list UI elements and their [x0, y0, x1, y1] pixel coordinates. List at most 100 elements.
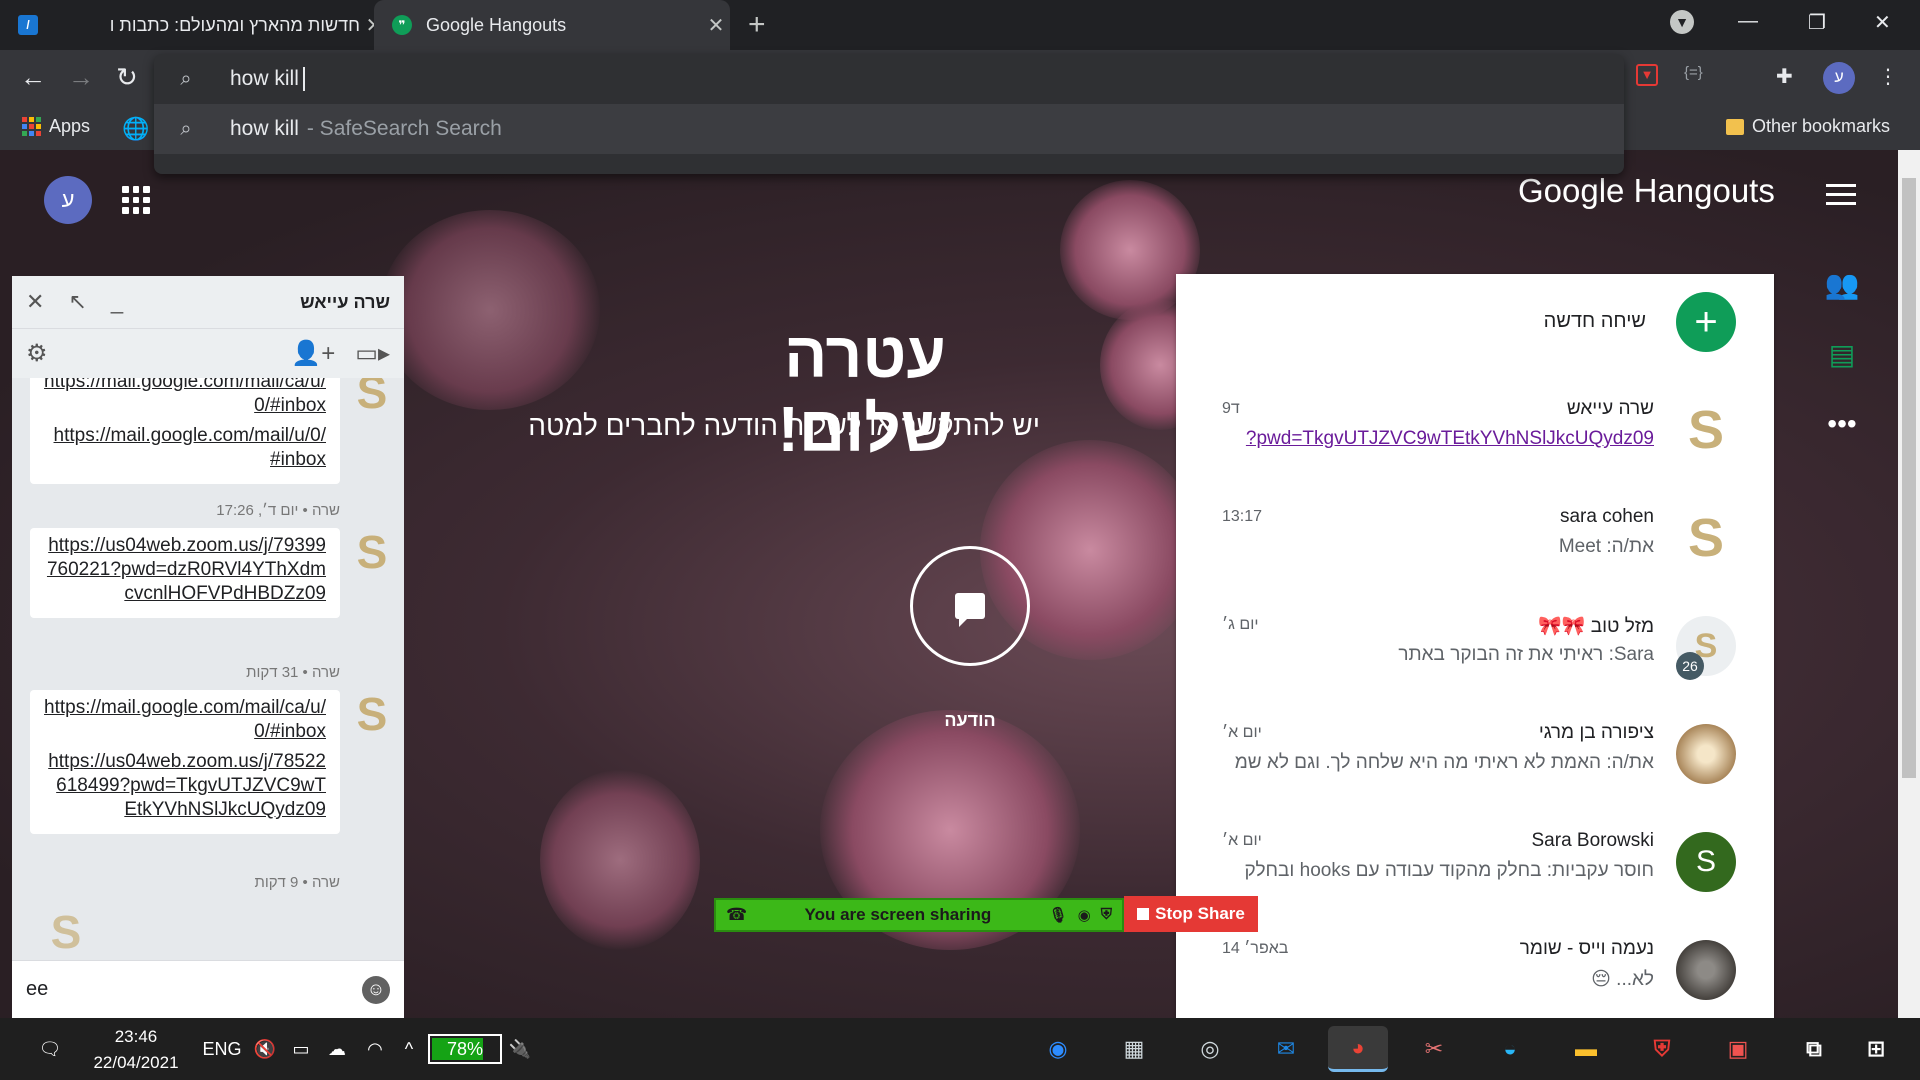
message-link[interactable]: https://us04web.zoom.us/j/79399760221?pw…: [44, 534, 326, 606]
window-close-icon[interactable]: ✕: [1874, 10, 1891, 35]
contacts-icon[interactable]: 👥: [1820, 268, 1864, 338]
message-meta: שרה • 9 דקות: [254, 874, 340, 891]
chat-contact-name[interactable]: שרה עייאש: [300, 292, 390, 313]
page-scrollbar[interactable]: [1898, 150, 1920, 1018]
conversation-name: שרה עייאש: [1566, 398, 1654, 419]
onedrive-error-icon[interactable]: ☁: [322, 1018, 352, 1080]
conversation-avatar: S: [1687, 400, 1725, 460]
windows-start-icon[interactable]: ⊞: [1846, 1026, 1906, 1072]
tab-search-icon[interactable]: ▼: [1670, 10, 1694, 34]
minimize-icon[interactable]: —: [1738, 10, 1758, 33]
back-icon[interactable]: ←: [20, 62, 46, 93]
file-explorer-icon[interactable]: ▬: [1556, 1026, 1616, 1072]
suggestion-query: how kill: [230, 117, 299, 140]
restore-icon[interactable]: ❐: [1808, 10, 1826, 35]
forward-icon[interactable]: →: [68, 62, 94, 93]
add-person-icon[interactable]: 👤+: [291, 339, 335, 368]
news-site-icon: /: [18, 15, 38, 35]
add-icon[interactable]: +: [1676, 292, 1736, 352]
conversation-item[interactable]: ציפורה בן מרגי את/ה: האמת לא ראיתי מה הי…: [1176, 710, 1774, 818]
language-indicator[interactable]: ENG: [200, 1018, 244, 1080]
conversation-snippet: את/ה: Meet: [1558, 536, 1654, 557]
extensions-puzzle-icon[interactable]: ✚: [1776, 64, 1793, 89]
profile-avatar[interactable]: ע: [1823, 62, 1855, 94]
message-link[interactable]: https://us04web.zoom.us/j/78522618499?pw…: [44, 750, 326, 822]
conversation-item[interactable]: S שרה עייאש ?pwd=TkgvUTJZVC9wTEtkYVhNSlJ…: [1176, 386, 1774, 494]
omnibox-suggestion[interactable]: ⌕ how kill - SafeSearch Search: [154, 104, 1624, 154]
paint-app-icon[interactable]: ▦: [1104, 1026, 1164, 1072]
chat-input-text[interactable]: ee: [26, 978, 48, 1001]
security-shield-icon[interactable]: ⛨: [1101, 906, 1112, 924]
volume-mute-icon[interactable]: 🔇: [250, 1018, 280, 1080]
tab-hangouts[interactable]: ❞ Google Hangouts ✕: [374, 0, 730, 50]
browser-menu-icon[interactable]: ⋮: [1878, 64, 1898, 89]
settings-gear-icon[interactable]: ⚙: [26, 339, 48, 368]
battery-indicator[interactable]: 78%: [428, 1034, 502, 1064]
conversation-item[interactable]: S sara cohen את/ה: Meet 13:17: [1176, 494, 1774, 602]
conversation-item[interactable]: S Sara Borowski חוסר עקביות: בחלק מהקוד …: [1176, 818, 1774, 926]
show-hidden-icons-icon[interactable]: ^: [394, 1018, 424, 1080]
conversation-item[interactable]: נעמה וייס - שומר לא... 😔 14 באפר׳: [1176, 926, 1774, 1018]
scrollbar-thumb[interactable]: [1902, 178, 1916, 778]
network-adapter-icon[interactable]: ▭: [286, 1018, 316, 1080]
conversation-name: מזל טוב 🎀🎀: [1538, 616, 1654, 637]
bookmark-other[interactable]: Other bookmarks: [1726, 116, 1890, 137]
conversation-snippet: לא... 😔: [1591, 969, 1654, 990]
message-link[interactable]: https://mail.google.com/mail/u/0/#inbox: [44, 424, 326, 472]
tab-news[interactable]: / חדשות מהארץ ומהעולם: כתבות ו ✕: [18, 0, 388, 50]
obs-app-icon[interactable]: ◎: [1180, 1026, 1240, 1072]
video-call-icon[interactable]: ▭▸: [355, 339, 390, 368]
chat-input[interactable]: ee ☺: [12, 960, 404, 1018]
snipping-app-icon[interactable]: ✂: [1404, 1026, 1464, 1072]
record-icon[interactable]: ◉: [1078, 906, 1091, 924]
emoji-icon[interactable]: ☺: [362, 975, 390, 1004]
mcafee-app-icon[interactable]: ⛨: [1632, 1026, 1692, 1072]
user-avatar[interactable]: ע: [44, 176, 92, 224]
task-view-icon[interactable]: ⧉: [1784, 1026, 1844, 1072]
reload-icon[interactable]: ↻: [116, 62, 138, 93]
action-center-icon[interactable]: 🗨: [30, 1018, 70, 1080]
more-icon[interactable]: •••: [1820, 408, 1864, 478]
hamburger-menu-icon[interactable]: [1826, 184, 1856, 211]
message-link[interactable]: https://mail.google.com/mail/ca/u/0/#inb…: [44, 378, 326, 418]
mute-mic-icon[interactable]: 🎙: [1049, 906, 1068, 924]
wifi-icon[interactable]: ◠: [360, 1018, 390, 1080]
screen-share-bar: ☎ You are screen sharing 🎙 ◉ ⛨: [714, 898, 1124, 932]
conversation-snippet: Sara: ראיתי את זה הבוקר באתר: [1398, 644, 1654, 665]
globe-icon[interactable]: 🌐: [122, 116, 149, 142]
omnibox-input-row[interactable]: ⌕ how kill: [154, 54, 1624, 104]
search-icon: ⌕: [180, 117, 192, 140]
omnibox[interactable]: ⌕ how kill ⌕ how kill - SafeSearch Searc…: [154, 54, 1624, 174]
edge-app-icon[interactable]: ◒: [1480, 1026, 1540, 1072]
extension-shield-icon[interactable]: ▼: [1636, 64, 1658, 86]
close-icon[interactable]: ✕: [702, 13, 730, 38]
conversation-name: Sara Borowski: [1531, 830, 1655, 851]
store-app-icon[interactable]: ▣: [1708, 1026, 1768, 1072]
close-icon[interactable]: ✕: [26, 289, 44, 315]
bookmark-apps[interactable]: Apps: [22, 116, 90, 137]
minimize-icon[interactable]: _: [111, 289, 123, 315]
phone-icon[interactable]: ☎: [716, 905, 747, 925]
system-clock[interactable]: 23:46 22/04/2021: [88, 1024, 184, 1076]
conversations-icon[interactable]: ▤: [1820, 338, 1864, 408]
apps-grid-icon[interactable]: [122, 186, 150, 214]
bookmark-other-label: Other bookmarks: [1752, 116, 1891, 136]
popout-icon[interactable]: ↖: [68, 289, 86, 315]
conversation-avatar: S: [1676, 832, 1736, 892]
sender-avatar: S: [356, 378, 388, 418]
typing-avatar: S: [50, 906, 82, 958]
conversation-time: יום א׳: [1222, 724, 1262, 741]
message-link[interactable]: https://mail.google.com/mail/ca/u/0/#inb…: [44, 696, 326, 744]
zoom-app-icon[interactable]: ◉: [1028, 1026, 1088, 1072]
chat-messages[interactable]: https://mail.google.com/mail/ca/u/0/#inb…: [12, 378, 404, 960]
new-tab-button[interactable]: +: [748, 8, 766, 42]
conversation-item[interactable]: S 26 מזל טוב 🎀🎀 Sara: ראיתי את זה הבוקר …: [1176, 602, 1774, 710]
new-conversation[interactable]: + שיחה חדשה: [1176, 274, 1774, 374]
message-button[interactable]: [910, 546, 1030, 666]
stop-share-button[interactable]: Stop Share: [1124, 896, 1258, 932]
tab-title: חדשות מהארץ ומהעולם: כתבות ו: [109, 14, 360, 35]
chrome-app-icon[interactable]: ◕: [1328, 1026, 1388, 1072]
extension-code-icon[interactable]: {=}: [1684, 64, 1703, 81]
mail-app-icon[interactable]: ✉: [1256, 1026, 1316, 1072]
omnibox-input[interactable]: how kill: [230, 67, 299, 91]
